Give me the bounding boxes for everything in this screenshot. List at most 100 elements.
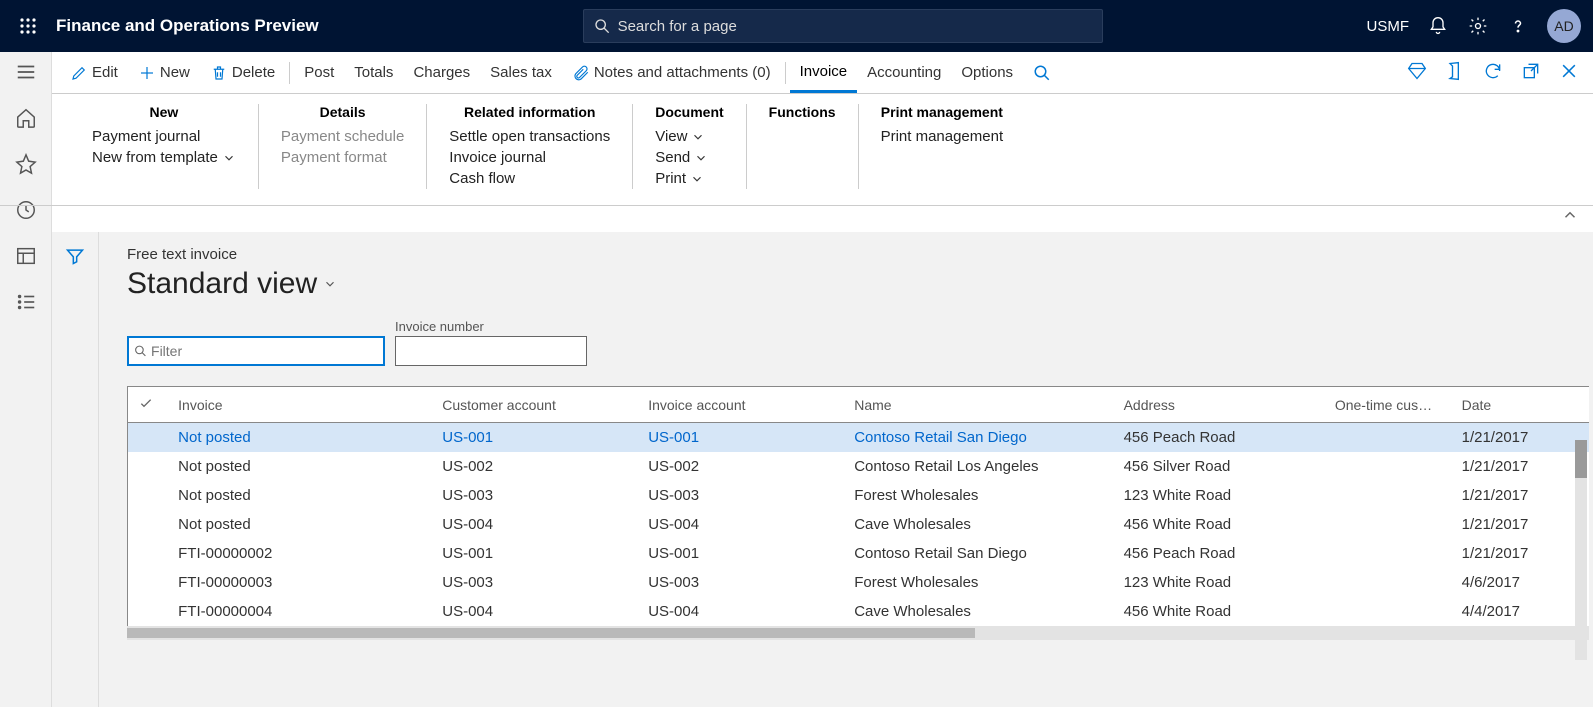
ribbon-group-head: Related information (449, 104, 610, 120)
table-row[interactable]: FTI-00000002US-001US-001Contoso Retail S… (128, 539, 1589, 568)
ribbon-item[interactable]: View (655, 126, 723, 147)
column-header[interactable]: Customer account (432, 387, 638, 423)
table-row[interactable]: FTI-00000004US-004US-004Cave Wholesales4… (128, 597, 1589, 626)
cell: US-004 (432, 510, 638, 539)
ribbon-item[interactable]: Cash flow (449, 168, 610, 189)
select-all[interactable] (128, 387, 168, 423)
ribbon-item[interactable]: Settle open transactions (449, 126, 610, 147)
cell: 456 Peach Road (1114, 423, 1325, 453)
cell[interactable]: US-001 (638, 423, 844, 453)
help-icon[interactable] (1507, 15, 1529, 37)
charges-button[interactable]: Charges (403, 52, 480, 93)
quick-filter-input[interactable] (127, 336, 385, 366)
cell (1325, 481, 1452, 510)
column-header[interactable]: Name (844, 387, 1113, 423)
cell (1325, 452, 1452, 481)
view-title[interactable]: Standard view (127, 267, 1593, 301)
ribbon-group-head: Print management (881, 104, 1004, 120)
cell: US-003 (432, 568, 638, 597)
cell[interactable]: FTI-00000003 (168, 568, 432, 597)
app-launcher-icon[interactable] (8, 17, 48, 35)
new-button[interactable]: New (128, 52, 200, 93)
cell[interactable]: Not posted (168, 452, 432, 481)
cell: 123 White Road (1114, 481, 1325, 510)
cell[interactable]: FTI-00000004 (168, 597, 432, 626)
search-placeholder: Search for a page (618, 18, 737, 35)
close-icon[interactable] (1559, 61, 1579, 84)
cell: 456 White Road (1114, 597, 1325, 626)
collapse-ribbon-icon[interactable] (1561, 206, 1579, 701)
search-action-icon[interactable] (1023, 52, 1061, 93)
modules-icon[interactable] (14, 290, 38, 314)
popout-icon[interactable] (1521, 61, 1541, 84)
delete-button[interactable]: Delete (200, 52, 285, 93)
table-row[interactable]: Not postedUS-004US-004Cave Wholesales456… (128, 510, 1589, 539)
table-row[interactable]: Not postedUS-003US-003Forest Wholesales1… (128, 481, 1589, 510)
gear-icon[interactable] (1467, 15, 1489, 37)
invoice-number-label: Invoice number (395, 319, 587, 334)
cell[interactable]: Not posted (168, 510, 432, 539)
cell: 456 Peach Road (1114, 539, 1325, 568)
tab-accounting[interactable]: Accounting (857, 52, 951, 93)
cell: Forest Wholesales (844, 481, 1113, 510)
breadcrumb: Free text invoice (127, 246, 1593, 263)
column-header[interactable]: Address (1114, 387, 1325, 423)
ribbon-item[interactable]: Print (655, 168, 723, 189)
avatar[interactable]: AD (1547, 9, 1581, 43)
tab-invoice[interactable]: Invoice (790, 52, 858, 93)
invoice-number-input[interactable] (395, 336, 587, 366)
table-row[interactable]: FTI-00000003US-003US-003Forest Wholesale… (128, 568, 1589, 597)
cell: Contoso Retail Los Angeles (844, 452, 1113, 481)
totals-button[interactable]: Totals (344, 52, 403, 93)
app-title: Finance and Operations Preview (56, 16, 319, 36)
cell: Contoso Retail San Diego (844, 539, 1113, 568)
cell: US-004 (638, 510, 844, 539)
ribbon-group-head: Functions (769, 104, 836, 120)
table-row[interactable]: Not postedUS-002US-002Contoso Retail Los… (128, 452, 1589, 481)
main-area: Free text invoice Standard view Invoice … (52, 232, 1593, 707)
column-header[interactable]: One-time cus… (1325, 387, 1452, 423)
search-input[interactable]: Search for a page (583, 9, 1103, 43)
horizontal-scrollbar[interactable] (127, 626, 1589, 640)
cell (1325, 597, 1452, 626)
ribbon-item[interactable]: Payment journal (92, 126, 236, 147)
cell: US-003 (638, 568, 844, 597)
cell: Forest Wholesales (844, 568, 1113, 597)
office-icon[interactable] (1445, 61, 1465, 84)
cell: US-002 (432, 452, 638, 481)
salestax-button[interactable]: Sales tax (480, 52, 562, 93)
ribbon-item[interactable]: Print management (881, 126, 1004, 147)
ribbon-group-head: Details (281, 104, 404, 120)
cell[interactable]: Not posted (168, 481, 432, 510)
ribbon-group: Related information Settle open transacti… (427, 104, 633, 189)
filter-pane-icon[interactable] (65, 246, 85, 707)
hamburger-icon[interactable] (14, 60, 38, 84)
cell[interactable]: Not posted (168, 423, 432, 453)
ribbon-group: DetailsPayment schedulePayment format (259, 104, 427, 189)
cell: US-004 (638, 597, 844, 626)
ribbon-group: Document ViewSendPrint (633, 104, 746, 189)
edit-button[interactable]: Edit (60, 52, 128, 93)
post-button[interactable]: Post (294, 52, 344, 93)
table-row[interactable]: Not postedUS-001US-001Contoso Retail San… (128, 423, 1589, 453)
ribbon-group: Print management Print management (859, 104, 1026, 189)
ribbon-group: NewPayment journalNew from template (70, 104, 259, 189)
cell: 456 Silver Road (1114, 452, 1325, 481)
column-header[interactable]: Invoice (168, 387, 432, 423)
cell: US-003 (638, 481, 844, 510)
company-code[interactable]: USMF (1367, 18, 1410, 35)
refresh-icon[interactable] (1483, 61, 1503, 84)
ribbon-item[interactable]: Invoice journal (449, 147, 610, 168)
ribbon-item[interactable]: New from template (92, 147, 236, 168)
workspace-icon[interactable] (14, 244, 38, 268)
cell[interactable]: FTI-00000002 (168, 539, 432, 568)
ribbon-group-head: Document (655, 104, 723, 120)
tab-options[interactable]: Options (951, 52, 1023, 93)
diamond-icon[interactable] (1407, 61, 1427, 84)
ribbon-item[interactable]: Send (655, 147, 723, 168)
bell-icon[interactable] (1427, 15, 1449, 37)
column-header[interactable]: Invoice account (638, 387, 844, 423)
cell[interactable]: US-001 (432, 423, 638, 453)
attachments-button[interactable]: Notes and attachments (0) (562, 52, 781, 93)
cell[interactable]: Contoso Retail San Diego (844, 423, 1113, 453)
